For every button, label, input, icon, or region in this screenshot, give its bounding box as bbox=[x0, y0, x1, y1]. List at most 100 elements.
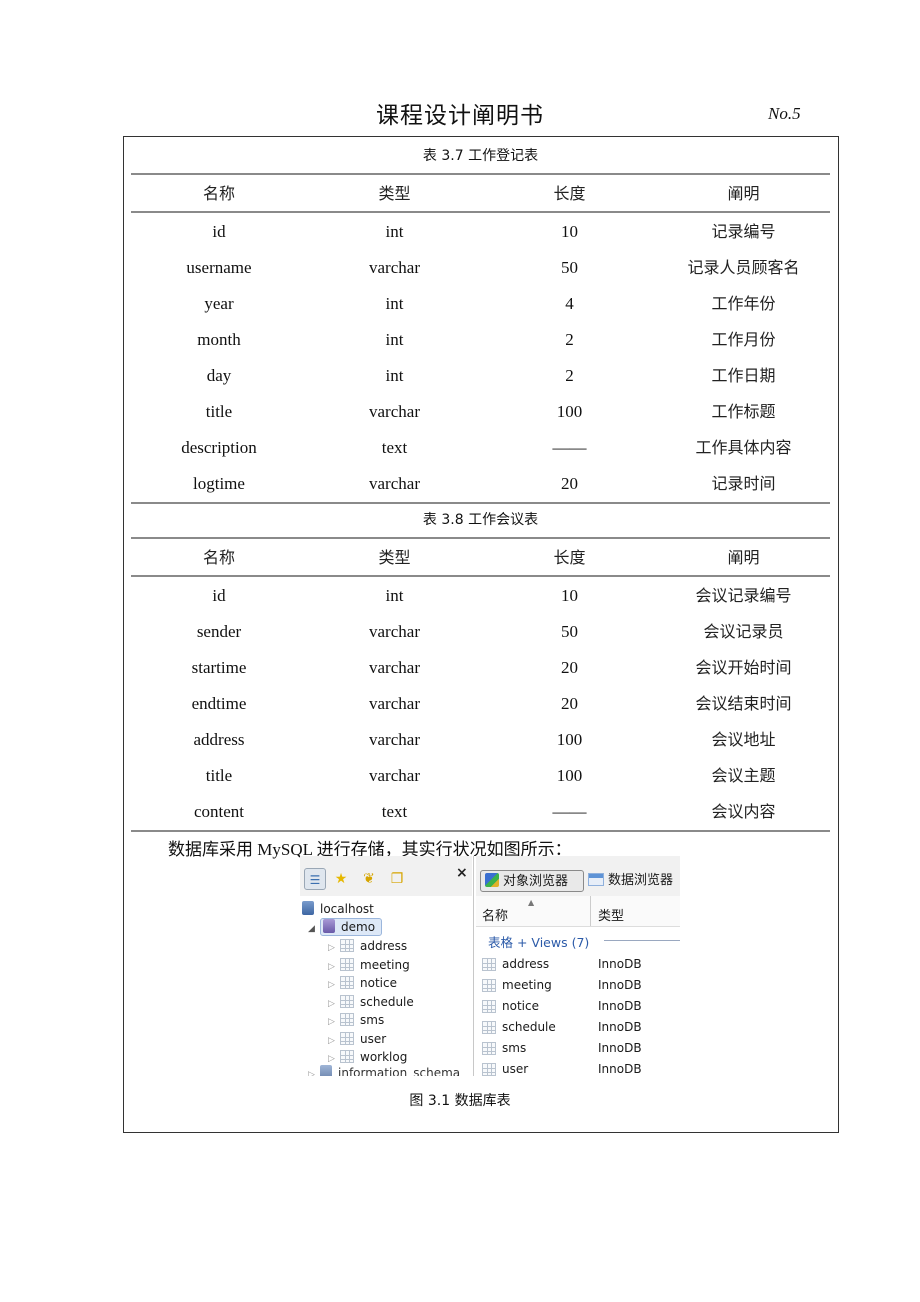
column-header: 类型 bbox=[378, 548, 411, 567]
tree-server[interactable]: localhost bbox=[302, 900, 374, 918]
table-icon bbox=[340, 1013, 354, 1026]
tree-table-item[interactable]: ▷ user bbox=[328, 1030, 386, 1048]
column-header: 长度 bbox=[553, 184, 586, 203]
table-list-row[interactable]: sms InnoDB bbox=[482, 1038, 680, 1059]
table-row: sender varchar 50 会议记录员 bbox=[131, 614, 830, 650]
table-icon bbox=[340, 1031, 354, 1045]
group-header[interactable]: 表格 + Views (7) bbox=[488, 932, 589, 951]
column-header: 名称 bbox=[202, 184, 235, 203]
cell-type: varchar bbox=[369, 258, 420, 277]
cell-length: 100 bbox=[556, 766, 583, 785]
table-body: id int 10 会议记录编号 sender varchar 50 会议记录员 startim… bbox=[131, 577, 830, 830]
table-row: description text —— 工作具体内容 bbox=[131, 430, 830, 466]
cell-length: 50 bbox=[561, 258, 578, 277]
tree-table-item[interactable]: ▷ sms bbox=[328, 1011, 384, 1029]
table-label: schedule bbox=[360, 994, 414, 1009]
table-engine: InnoDB bbox=[598, 1020, 642, 1034]
cell-description: 会议结束时间 bbox=[695, 694, 792, 713]
cell-description: 会议记录员 bbox=[703, 622, 784, 641]
folders-icon[interactable]: ❐ bbox=[386, 868, 408, 890]
table-meeting: 表 3.8 工作会议表 名称 类型 长度 阐明 id int 10 会议记录编号 sen… bbox=[131, 501, 830, 832]
tree-database[interactable]: ◢ demo bbox=[308, 918, 383, 938]
column-divider[interactable] bbox=[590, 896, 591, 926]
expanded-arrow-icon[interactable]: ◢ bbox=[308, 920, 320, 938]
table-icon bbox=[482, 1000, 496, 1013]
collapsed-arrow-icon[interactable]: ▷ bbox=[328, 1013, 340, 1031]
cell-length: 100 bbox=[556, 402, 583, 421]
cell-description: 工作日期 bbox=[711, 366, 776, 385]
table-list-row[interactable]: notice InnoDB bbox=[482, 996, 680, 1017]
object-browser-icon bbox=[485, 873, 499, 887]
table-icon bbox=[340, 976, 354, 989]
cell-type: varchar bbox=[369, 694, 420, 713]
cell-name: startime bbox=[191, 658, 247, 677]
cell-length: 2 bbox=[565, 366, 574, 385]
table-row: logtime varchar 20 记录时间 bbox=[131, 466, 830, 502]
table-icon bbox=[482, 1042, 496, 1055]
column-header-name[interactable]: 名称 bbox=[482, 905, 508, 924]
database-screenshot: ☰ ★ ❦ ❐ × localhost ◢ demo ▷ address ▷ meeti… bbox=[300, 856, 680, 1076]
table-list-row[interactable]: address InnoDB bbox=[482, 954, 680, 975]
footprints-icon[interactable]: ❦ bbox=[358, 868, 380, 890]
collapsed-arrow-icon[interactable]: ▷ bbox=[308, 1066, 320, 1076]
column-header-type[interactable]: 类型 bbox=[598, 905, 624, 924]
tab-data-browser[interactable]: 数据浏览器 bbox=[588, 870, 673, 892]
cell-description: 会议记录编号 bbox=[695, 586, 792, 605]
cell-type: int bbox=[385, 586, 404, 605]
cell-description: 工作年份 bbox=[711, 294, 776, 313]
table-list-row[interactable]: schedule InnoDB bbox=[482, 1017, 680, 1038]
collapsed-arrow-icon[interactable]: ▷ bbox=[328, 976, 340, 994]
table-engine: InnoDB bbox=[598, 978, 642, 992]
table-header-row: 名称 类型 长度 阐明 bbox=[131, 539, 830, 575]
collapsed-arrow-icon[interactable]: ▷ bbox=[328, 939, 340, 957]
cell-name: address bbox=[193, 730, 245, 749]
table-row: username varchar 50 记录人员顾客名 bbox=[131, 250, 830, 286]
table-list-row[interactable]: meeting InnoDB bbox=[482, 975, 680, 996]
collapsed-arrow-icon[interactable]: ▷ bbox=[328, 958, 340, 976]
table-row: year int 4 工作年份 bbox=[131, 286, 830, 322]
cell-length: —— bbox=[552, 802, 587, 821]
tree-view-icon[interactable]: ☰ bbox=[304, 868, 326, 890]
cell-name: logtime bbox=[193, 474, 245, 493]
pane-splitter[interactable] bbox=[473, 856, 474, 1076]
collapsed-arrow-icon[interactable]: ▷ bbox=[328, 995, 340, 1013]
cell-description: 记录编号 bbox=[711, 222, 776, 241]
tab-object-browser[interactable]: 对象浏览器 bbox=[480, 870, 584, 892]
table-row: startime varchar 20 会议开始时间 bbox=[131, 650, 830, 686]
database-label: information_schema bbox=[338, 1066, 461, 1076]
object-tree-pane: ☰ ★ ❦ ❐ × localhost ◢ demo ▷ address ▷ meeti… bbox=[300, 856, 472, 1076]
tree-table-item[interactable]: ▷ schedule bbox=[328, 993, 414, 1011]
group-divider bbox=[604, 940, 680, 941]
table-icon bbox=[340, 1050, 354, 1063]
server-label: localhost bbox=[320, 902, 374, 916]
cell-length: 50 bbox=[561, 622, 578, 641]
table-icon bbox=[482, 979, 496, 992]
cell-type: varchar bbox=[369, 730, 420, 749]
table-icon bbox=[482, 1063, 496, 1076]
cell-type: varchar bbox=[369, 474, 420, 493]
column-header: 类型 bbox=[378, 184, 411, 203]
tree-table-item[interactable]: ▷ notice bbox=[328, 974, 397, 992]
tree-table-item[interactable]: ▷ meeting bbox=[328, 956, 410, 974]
table-list-row[interactable]: user InnoDB bbox=[482, 1059, 680, 1076]
cell-name: content bbox=[193, 802, 245, 821]
table-row: endtime varchar 20 会议结束时间 bbox=[131, 686, 830, 722]
table-name: sms bbox=[502, 1041, 527, 1055]
collapsed-arrow-icon[interactable]: ▷ bbox=[328, 1032, 340, 1050]
table-icon bbox=[340, 939, 354, 952]
database-icon bbox=[320, 1065, 332, 1076]
star-icon[interactable]: ★ bbox=[330, 868, 352, 890]
table-row: title varchar 100 会议主题 bbox=[131, 758, 830, 794]
cell-length: 10 bbox=[561, 222, 578, 241]
tree-table-item[interactable]: ▷ address bbox=[328, 937, 407, 955]
column-header: 阐明 bbox=[727, 184, 760, 203]
table-label: meeting bbox=[360, 957, 410, 972]
close-icon[interactable]: × bbox=[456, 865, 468, 881]
cell-name: title bbox=[205, 766, 233, 785]
table-caption: 表 3.7 工作登记表 bbox=[422, 148, 539, 164]
page-number: No.5 bbox=[768, 104, 801, 123]
cell-length: —— bbox=[552, 438, 587, 457]
cell-type: varchar bbox=[369, 766, 420, 785]
tree-database-partial[interactable]: ▷ information_schema bbox=[308, 1064, 460, 1076]
table-engine: InnoDB bbox=[598, 999, 642, 1013]
